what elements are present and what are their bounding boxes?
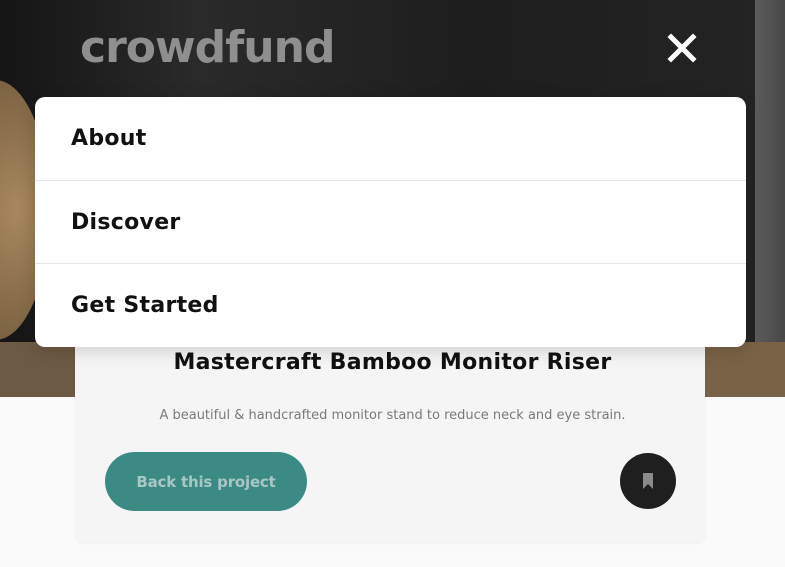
bookmark-button[interactable] bbox=[620, 453, 676, 509]
close-menu-button[interactable] bbox=[662, 28, 702, 68]
menu-item-discover[interactable]: Discover bbox=[35, 180, 746, 263]
project-description: A beautiful & handcrafted monitor stand … bbox=[159, 408, 626, 423]
project-title: Mastercraft Bamboo Monitor Riser bbox=[173, 350, 612, 375]
hero-decor-right bbox=[755, 0, 785, 397]
mobile-menu: About Discover Get Started bbox=[35, 97, 746, 347]
back-project-button[interactable]: Back this project bbox=[105, 452, 307, 511]
logo[interactable]: crowdfund bbox=[80, 22, 335, 74]
close-icon bbox=[667, 33, 697, 63]
bookmark-icon bbox=[643, 473, 653, 489]
menu-item-about[interactable]: About bbox=[35, 97, 746, 180]
menu-item-get-started[interactable]: Get Started bbox=[35, 263, 746, 347]
